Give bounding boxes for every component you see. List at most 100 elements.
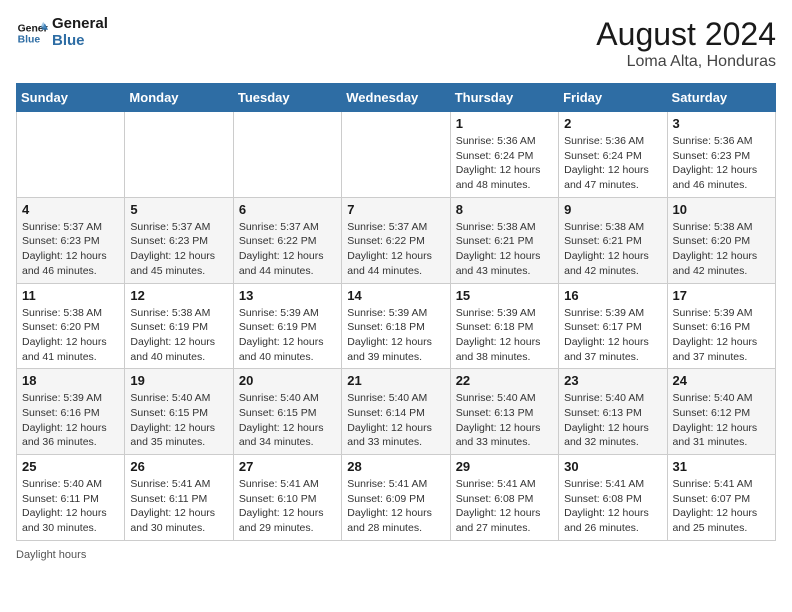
calendar-cell: 6Sunrise: 5:37 AM Sunset: 6:22 PM Daylig… xyxy=(233,197,341,283)
day-number: 22 xyxy=(456,373,553,388)
calendar-cell: 11Sunrise: 5:38 AM Sunset: 6:20 PM Dayli… xyxy=(17,283,125,369)
logo-line1: General xyxy=(52,16,108,33)
calendar-cell: 28 Sunrise: 5:41 AM Sunset: 6:09 PM Dayli… xyxy=(342,455,450,541)
day-info: Sunrise: 5:37 AM Sunset: 6:23 PM Dayligh… xyxy=(22,220,119,279)
calendar-cell xyxy=(342,112,450,198)
main-title: August 2024 xyxy=(596,16,776,53)
day-number: 28 xyxy=(347,459,444,474)
daylight-label: Daylight hours xyxy=(16,549,86,561)
calendar-cell: 5 Sunrise: 5:37 AM Sunset: 6:23 PM Daylig… xyxy=(125,197,233,283)
day-number: 21 xyxy=(347,373,444,388)
calendar-cell: 16Sunrise: 5:39 AM Sunset: 6:17 PM Dayli… xyxy=(559,283,667,369)
day-info: Sunrise: 5:38 AM Sunset: 6:20 PM Dayligh… xyxy=(673,220,770,279)
calendar-cell: 24 Sunrise: 5:40 AM Sunset: 6:12 PM Dayli… xyxy=(667,369,775,455)
calendar-cell: 4 Sunrise: 5:37 AM Sunset: 6:23 PM Daylig… xyxy=(17,197,125,283)
day-info: Sunrise: 5:39 AM Sunset: 6:17 PM Dayligh… xyxy=(564,306,661,365)
day-info: Sunrise: 5:40 AM Sunset: 6:15 PM Dayligh… xyxy=(130,391,227,450)
calendar-cell: 7 Sunrise: 5:37 AM Sunset: 6:22 PM Daylig… xyxy=(342,197,450,283)
day-info: Sunrise: 5:40 AM Sunset: 6:12 PM Dayligh… xyxy=(673,391,770,450)
day-number: 10 xyxy=(673,202,770,217)
day-of-week-header: Sunday xyxy=(17,84,125,112)
day-number: 15 xyxy=(456,288,553,303)
day-number: 9 xyxy=(564,202,661,217)
day-number: 7 xyxy=(347,202,444,217)
day-number: 13 xyxy=(239,288,336,303)
day-info: Sunrise: 5:41 AM Sunset: 6:11 PM Dayligh… xyxy=(130,477,227,536)
calendar-cell: 18Sunrise: 5:39 AM Sunset: 6:16 PM Dayli… xyxy=(17,369,125,455)
day-number: 4 xyxy=(22,202,119,217)
logo-icon: General Blue xyxy=(16,17,48,49)
day-info: Sunrise: 5:41 AM Sunset: 6:08 PM Dayligh… xyxy=(564,477,661,536)
calendar-cell: 17Sunrise: 5:39 AM Sunset: 6:16 PM Dayli… xyxy=(667,283,775,369)
day-number: 24 xyxy=(673,373,770,388)
day-number: 26 xyxy=(130,459,227,474)
calendar-cell: 27 Sunrise: 5:41 AM Sunset: 6:10 PM Dayli… xyxy=(233,455,341,541)
logo: General Blue General Blue xyxy=(16,16,108,49)
day-of-week-header: Thursday xyxy=(450,84,558,112)
day-of-week-header: Saturday xyxy=(667,84,775,112)
calendar-cell: 21 Sunrise: 5:40 AM Sunset: 6:14 PM Dayli… xyxy=(342,369,450,455)
calendar-cell: 1 Sunrise: 5:36 AM Sunset: 6:24 PM Daylig… xyxy=(450,112,558,198)
day-of-week-header: Monday xyxy=(125,84,233,112)
day-number: 27 xyxy=(239,459,336,474)
day-info: Sunrise: 5:41 AM Sunset: 6:08 PM Dayligh… xyxy=(456,477,553,536)
calendar-cell: 22 Sunrise: 5:40 AM Sunset: 6:13 PM Dayli… xyxy=(450,369,558,455)
day-number: 14 xyxy=(347,288,444,303)
calendar-cell: 8 Sunrise: 5:38 AM Sunset: 6:21 PM Daylig… xyxy=(450,197,558,283)
day-number: 23 xyxy=(564,373,661,388)
footer: Daylight hours xyxy=(16,549,776,561)
calendar-cell: 15Sunrise: 5:39 AM Sunset: 6:18 PM Dayli… xyxy=(450,283,558,369)
day-info: Sunrise: 5:36 AM Sunset: 6:24 PM Dayligh… xyxy=(456,134,553,193)
day-info: Sunrise: 5:38 AM Sunset: 6:20 PM Dayligh… xyxy=(22,306,119,365)
calendar-cell: 3Sunrise: 5:36 AM Sunset: 6:23 PM Daylig… xyxy=(667,112,775,198)
day-number: 8 xyxy=(456,202,553,217)
day-info: Sunrise: 5:37 AM Sunset: 6:23 PM Dayligh… xyxy=(130,220,227,279)
day-number: 25 xyxy=(22,459,119,474)
calendar-cell: 12Sunrise: 5:38 AM Sunset: 6:19 PM Dayli… xyxy=(125,283,233,369)
day-number: 5 xyxy=(130,202,227,217)
calendar-cell: 25 Sunrise: 5:40 AM Sunset: 6:11 PM Dayli… xyxy=(17,455,125,541)
day-info: Sunrise: 5:40 AM Sunset: 6:14 PM Dayligh… xyxy=(347,391,444,450)
day-number: 1 xyxy=(456,116,553,131)
calendar-cell: 13 Sunrise: 5:39 AM Sunset: 6:19 PM Dayli… xyxy=(233,283,341,369)
day-info: Sunrise: 5:40 AM Sunset: 6:13 PM Dayligh… xyxy=(564,391,661,450)
day-info: Sunrise: 5:37 AM Sunset: 6:22 PM Dayligh… xyxy=(347,220,444,279)
day-info: Sunrise: 5:41 AM Sunset: 6:09 PM Dayligh… xyxy=(347,477,444,536)
day-number: 2 xyxy=(564,116,661,131)
day-info: Sunrise: 5:41 AM Sunset: 6:07 PM Dayligh… xyxy=(673,477,770,536)
calendar-cell: 9Sunrise: 5:38 AM Sunset: 6:21 PM Daylig… xyxy=(559,197,667,283)
day-info: Sunrise: 5:41 AM Sunset: 6:10 PM Dayligh… xyxy=(239,477,336,536)
day-info: Sunrise: 5:40 AM Sunset: 6:15 PM Dayligh… xyxy=(239,391,336,450)
calendar-cell: 20Sunrise: 5:40 AM Sunset: 6:15 PM Dayli… xyxy=(233,369,341,455)
calendar-week-row: 4 Sunrise: 5:37 AM Sunset: 6:23 PM Daylig… xyxy=(17,197,776,283)
calendar-table: SundayMondayTuesdayWednesdayThursdayFrid… xyxy=(16,83,776,541)
day-info: Sunrise: 5:39 AM Sunset: 6:16 PM Dayligh… xyxy=(22,391,119,450)
day-info: Sunrise: 5:39 AM Sunset: 6:16 PM Dayligh… xyxy=(673,306,770,365)
day-info: Sunrise: 5:40 AM Sunset: 6:13 PM Dayligh… xyxy=(456,391,553,450)
calendar-cell: 2 Sunrise: 5:36 AM Sunset: 6:24 PM Daylig… xyxy=(559,112,667,198)
calendar-cell: 26 Sunrise: 5:41 AM Sunset: 6:11 PM Dayli… xyxy=(125,455,233,541)
day-info: Sunrise: 5:37 AM Sunset: 6:22 PM Dayligh… xyxy=(239,220,336,279)
calendar-week-row: 25 Sunrise: 5:40 AM Sunset: 6:11 PM Dayli… xyxy=(17,455,776,541)
day-number: 30 xyxy=(564,459,661,474)
day-info: Sunrise: 5:40 AM Sunset: 6:11 PM Dayligh… xyxy=(22,477,119,536)
day-info: Sunrise: 5:39 AM Sunset: 6:18 PM Dayligh… xyxy=(347,306,444,365)
page-header: General Blue General Blue August 2024 Lo… xyxy=(16,16,776,71)
calendar-cell: 31Sunrise: 5:41 AM Sunset: 6:07 PM Dayli… xyxy=(667,455,775,541)
svg-text:Blue: Blue xyxy=(18,34,41,45)
calendar-cell xyxy=(233,112,341,198)
day-info: Sunrise: 5:36 AM Sunset: 6:24 PM Dayligh… xyxy=(564,134,661,193)
location-subtitle: Loma Alta, Honduras xyxy=(596,53,776,71)
calendar-cell: 23 Sunrise: 5:40 AM Sunset: 6:13 PM Dayli… xyxy=(559,369,667,455)
calendar-cell: 10 Sunrise: 5:38 AM Sunset: 6:20 PM Dayli… xyxy=(667,197,775,283)
day-info: Sunrise: 5:39 AM Sunset: 6:19 PM Dayligh… xyxy=(239,306,336,365)
day-of-week-header: Tuesday xyxy=(233,84,341,112)
calendar-week-row: 18Sunrise: 5:39 AM Sunset: 6:16 PM Dayli… xyxy=(17,369,776,455)
day-number: 12 xyxy=(130,288,227,303)
calendar-cell: 14 Sunrise: 5:39 AM Sunset: 6:18 PM Dayli… xyxy=(342,283,450,369)
calendar-cell: 30 Sunrise: 5:41 AM Sunset: 6:08 PM Dayli… xyxy=(559,455,667,541)
title-block: August 2024 Loma Alta, Honduras xyxy=(596,16,776,71)
logo-line2: Blue xyxy=(52,33,108,50)
day-of-week-header: Friday xyxy=(559,84,667,112)
day-info: Sunrise: 5:38 AM Sunset: 6:21 PM Dayligh… xyxy=(456,220,553,279)
